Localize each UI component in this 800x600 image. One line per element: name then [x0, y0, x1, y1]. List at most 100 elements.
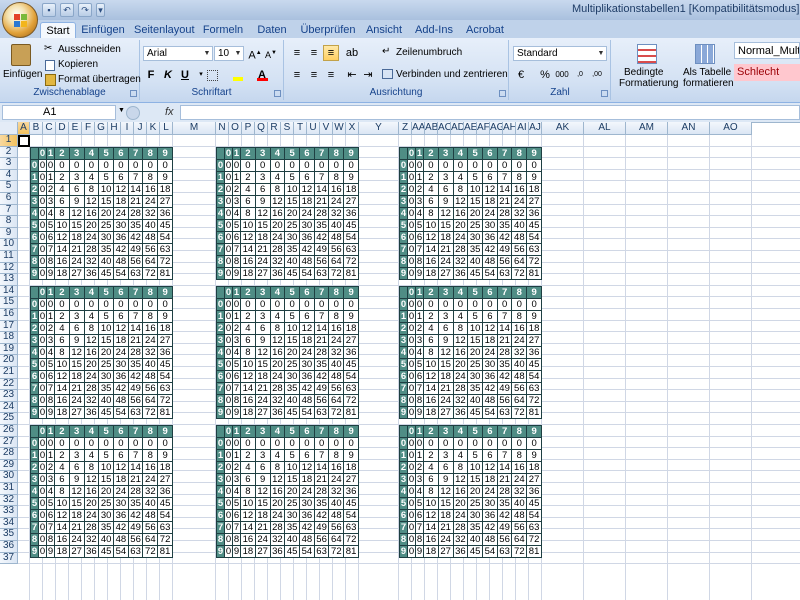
table-cell[interactable]: 7 [313, 309, 330, 323]
table-cell[interactable]: 3 [415, 194, 425, 208]
table-cell[interactable]: 35 [284, 381, 300, 395]
table-cell[interactable]: 1 [46, 449, 56, 462]
column-header-ak[interactable]: AK [542, 122, 584, 135]
table-cell[interactable]: 6 [68, 182, 85, 196]
table-cell[interactable]: 0 [38, 206, 48, 220]
table-cell[interactable]: 8 [423, 206, 439, 220]
table-cell[interactable]: 54 [481, 266, 498, 280]
table-cell[interactable]: 48 [112, 533, 129, 546]
bold-button[interactable]: F [143, 67, 159, 83]
table-cell[interactable]: 36 [343, 206, 359, 220]
table-cell[interactable]: 0 [38, 405, 48, 419]
table-cell[interactable]: 0 [68, 158, 85, 172]
table-row-header[interactable]: 6 [398, 369, 409, 383]
table-cell[interactable]: 56 [328, 242, 345, 256]
table-cell[interactable]: 28 [496, 206, 513, 220]
table-cell[interactable]: 9 [157, 449, 173, 462]
table-cell[interactable]: 0 [38, 533, 48, 546]
table-cell[interactable]: 9 [157, 309, 173, 323]
active-cell-a1[interactable] [18, 135, 30, 147]
table-cell[interactable]: 0 [467, 297, 483, 311]
table-cell[interactable]: 7 [415, 381, 425, 395]
table-cell[interactable]: 36 [269, 545, 286, 558]
table-cell[interactable]: 15 [98, 473, 114, 486]
table-cell[interactable]: 0 [511, 437, 528, 450]
table-cell[interactable]: 64 [328, 393, 345, 407]
tab-formeln[interactable]: Formeln [201, 22, 245, 38]
table-cell[interactable]: 16 [452, 485, 469, 498]
table-cell[interactable]: 42 [112, 381, 129, 395]
table-cell[interactable]: 1 [415, 170, 425, 184]
table-cell[interactable]: 30 [298, 497, 315, 510]
table-row-header[interactable]: 1 [398, 309, 409, 323]
table-cell[interactable]: 9 [343, 170, 359, 184]
table-cell[interactable]: 10 [240, 218, 256, 232]
table-cell[interactable]: 0 [407, 449, 417, 462]
table-cell[interactable]: 63 [127, 405, 144, 419]
table-cell[interactable]: 32 [83, 254, 100, 268]
table-cell[interactable]: 0 [224, 473, 234, 486]
table-cell[interactable]: 45 [284, 545, 300, 558]
table-row-header[interactable]: 5 [215, 497, 226, 510]
table-cell[interactable]: 15 [254, 357, 271, 371]
table-cell[interactable]: 12 [54, 369, 70, 383]
table-cell[interactable]: 0 [46, 437, 56, 450]
column-header-n[interactable]: N [216, 122, 229, 135]
table-cell[interactable]: 12 [68, 345, 85, 359]
table-cell[interactable]: 14 [240, 381, 256, 395]
table-cell[interactable]: 42 [298, 242, 315, 256]
font-color-button[interactable]: A [254, 67, 270, 83]
table-row-header[interactable]: 5 [29, 218, 40, 232]
table-row-header[interactable]: 9 [215, 545, 226, 558]
table-cell[interactable]: 0 [224, 242, 234, 256]
table-cell[interactable]: 24 [83, 369, 100, 383]
table-row-header[interactable]: 1 [398, 449, 409, 462]
table-row-header[interactable]: 7 [398, 521, 409, 534]
table-cell[interactable]: 42 [496, 230, 513, 244]
table-cell[interactable]: 30 [112, 497, 129, 510]
currency-button[interactable]: € [513, 67, 529, 83]
table-cell[interactable]: 42 [496, 509, 513, 522]
table-cell[interactable]: 0 [54, 297, 70, 311]
table-cell[interactable]: 54 [526, 230, 542, 244]
table-cell[interactable]: 27 [254, 545, 271, 558]
table-cell[interactable]: 35 [496, 218, 513, 232]
table-cell[interactable]: 0 [232, 297, 242, 311]
table-cell[interactable]: 48 [328, 369, 345, 383]
table-cell[interactable]: 72 [142, 405, 159, 419]
table-cell[interactable]: 36 [269, 405, 286, 419]
table-cell[interactable]: 8 [328, 170, 345, 184]
table-column-header[interactable]: 2 [54, 146, 70, 160]
table-cell[interactable]: 27 [343, 473, 359, 486]
table-cell[interactable]: 9 [254, 194, 271, 208]
table-row-header[interactable]: 4 [398, 206, 409, 220]
table-cell[interactable]: 0 [46, 297, 56, 311]
table-cell[interactable]: 18 [254, 509, 271, 522]
table-cell[interactable]: 2 [232, 182, 242, 196]
table-cell[interactable]: 30 [284, 509, 300, 522]
table-cell[interactable]: 0 [496, 437, 513, 450]
table-cell[interactable]: 64 [328, 254, 345, 268]
table-cell[interactable]: 0 [83, 437, 100, 450]
table-cell[interactable]: 1 [232, 170, 242, 184]
table-cell[interactable]: 81 [343, 545, 359, 558]
table-cell[interactable]: 4 [452, 309, 469, 323]
table-column-header[interactable]: 1 [415, 146, 425, 160]
table-cell[interactable]: 45 [343, 357, 359, 371]
table-cell[interactable]: 20 [284, 345, 300, 359]
table-cell[interactable]: 8 [511, 449, 528, 462]
table-cell[interactable]: 10 [98, 461, 114, 474]
table-cell[interactable]: 27 [526, 194, 542, 208]
table-cell[interactable]: 64 [328, 533, 345, 546]
table-cell[interactable]: 2 [423, 449, 439, 462]
table-cell[interactable]: 0 [415, 158, 425, 172]
table-cell[interactable]: 18 [423, 545, 439, 558]
table-cell[interactable]: 28 [127, 485, 144, 498]
table-cell[interactable]: 0 [407, 254, 417, 268]
table-cell[interactable]: 24 [112, 206, 129, 220]
table-cell[interactable]: 32 [511, 206, 528, 220]
table-cell[interactable]: 72 [343, 393, 359, 407]
table-cell[interactable]: 40 [467, 393, 483, 407]
table-cell[interactable]: 5 [467, 309, 483, 323]
row-header-6[interactable]: 6 [0, 192, 18, 205]
